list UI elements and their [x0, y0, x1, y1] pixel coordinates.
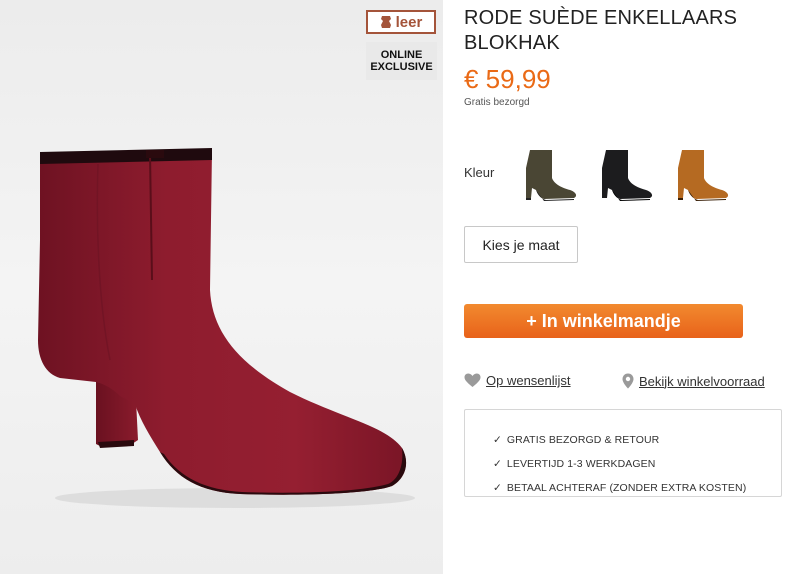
product-price: € 59,99 [464, 64, 551, 94]
location-pin-icon [622, 373, 634, 389]
online-exclusive-line1: ONLINE [380, 49, 423, 61]
check-icon: ✓ [493, 434, 502, 446]
product-title: RODE SUÈDE ENKELLAARS BLOKHAK [464, 7, 738, 54]
usp-box: ✓ GRATIS BEZORGD & RETOUR ✓ LEVERTIJD 1-3 … [464, 409, 782, 497]
red-suede-boot-image [38, 148, 415, 508]
check-icon: ✓ [493, 482, 502, 494]
store-stock-link[interactable]: Bekijk winkelvoorraad [622, 373, 765, 389]
leather-hide-icon [380, 16, 391, 28]
add-to-cart-button[interactable]: + In winkelmandje [464, 304, 743, 338]
usp-item: ✓ GRATIS BEZORGD & RETOUR [493, 434, 659, 446]
color-label: Kleur [464, 165, 495, 180]
leather-badge-label: leer [395, 13, 423, 31]
wishlist-label[interactable]: Op wensenlijst [486, 373, 571, 388]
usp-item: ✓ LEVERTIJD 1-3 WERKDAGEN [493, 458, 655, 470]
usp-item: ✓ BETAAL ACHTERAF (ZONDER EXTRA KOSTEN) [493, 482, 746, 494]
usp-text: LEVERTIJD 1-3 WERKDAGEN [506, 458, 656, 470]
heart-icon [464, 373, 481, 387]
online-exclusive-badge: ONLINE EXCLUSIVE [366, 42, 437, 80]
usp-text: GRATIS BEZORGD & RETOUR [506, 434, 660, 446]
usp-text: BETAAL ACHTERAF (ZONDER EXTRA KOSTEN) [506, 482, 747, 494]
shipping-note: Gratis bezorgd [464, 97, 530, 108]
wishlist-link[interactable]: Op wensenlijst [464, 373, 571, 388]
product-image-panel: leer ONLINE EXCLUSIVE [0, 0, 443, 574]
online-exclusive-line2: EXCLUSIVE [370, 61, 433, 73]
black-suede-boot-swatch[interactable] [598, 148, 655, 203]
check-icon: ✓ [493, 458, 502, 470]
store-stock-label[interactable]: Bekijk winkelvoorraad [639, 374, 765, 389]
cognac-suede-boot-swatch[interactable] [674, 148, 731, 203]
leather-badge: leer [366, 10, 436, 34]
olive-suede-boot-swatch[interactable] [522, 148, 579, 203]
choose-size-button[interactable]: Kies je maat [464, 226, 578, 263]
